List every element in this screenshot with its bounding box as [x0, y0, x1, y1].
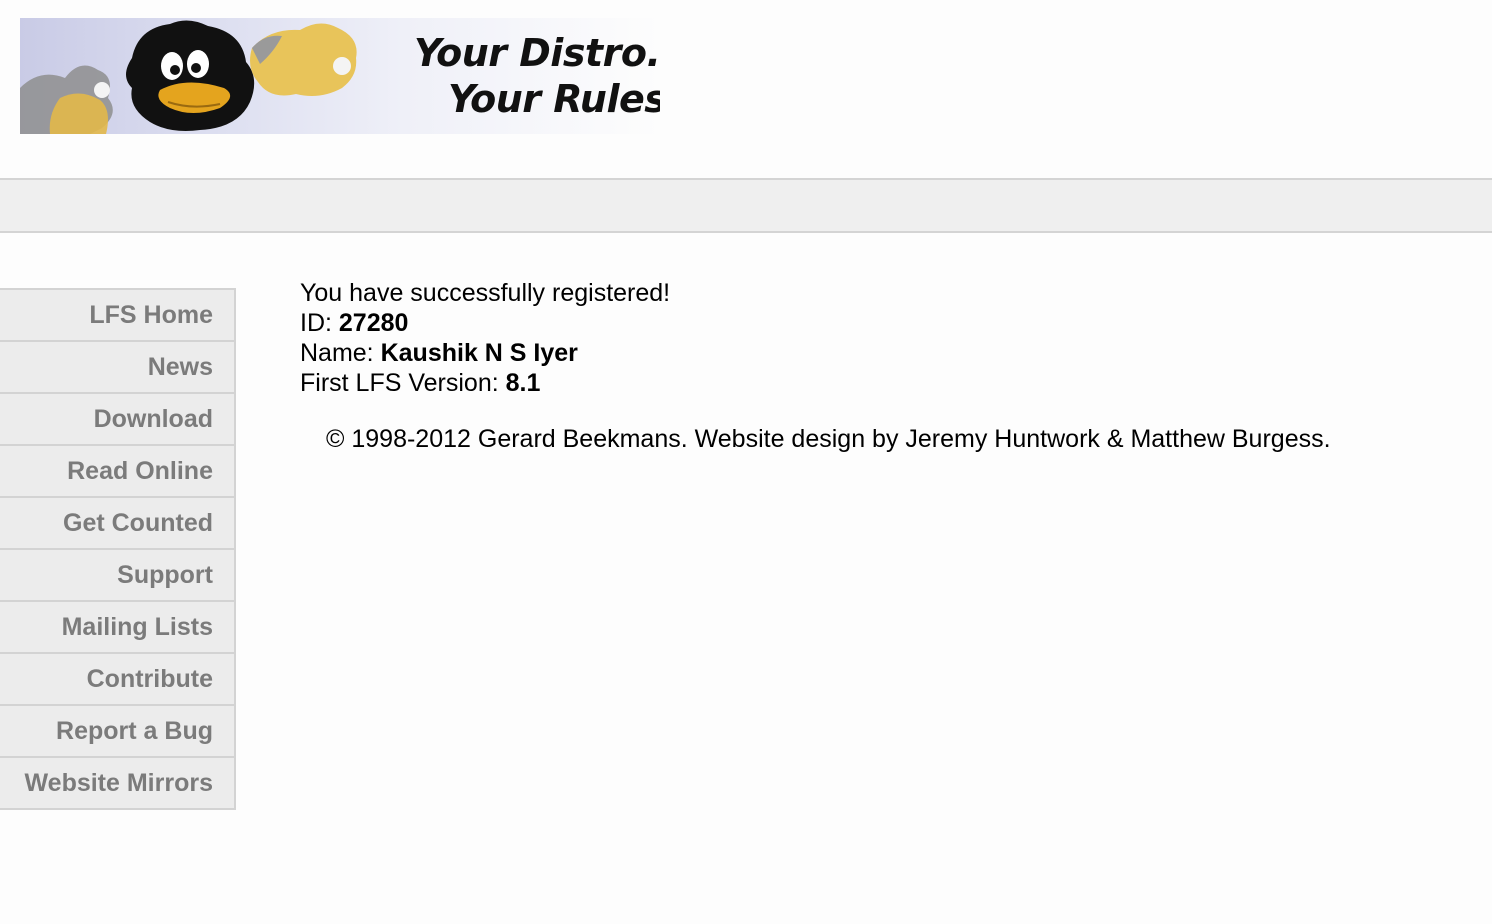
tagline-line-2: Your Rules.: [448, 77, 660, 121]
sidebar-item-download[interactable]: Download: [0, 394, 234, 446]
sidebar-nav: LFS Home News Download Read Online Get C…: [0, 288, 236, 810]
sidebar-item-read-online[interactable]: Read Online: [0, 446, 234, 498]
sidebar-item-lfs-home[interactable]: LFS Home: [0, 290, 234, 342]
sidebar-item-contribute[interactable]: Contribute: [0, 654, 234, 706]
sidebar-item-report-a-bug[interactable]: Report a Bug: [0, 706, 234, 758]
id-label: ID:: [300, 309, 339, 337]
name-label: Name:: [300, 339, 381, 367]
version-value: 8.1: [505, 369, 541, 397]
registration-name: Name: Kaushik N S Iyer: [300, 338, 670, 368]
lfs-banner-logo: Your Distro. Your Rules.: [20, 18, 660, 134]
sidebar-item-mailing-lists[interactable]: Mailing Lists: [0, 602, 234, 654]
id-value: 27280: [338, 309, 409, 337]
tagline-line-1: Your Distro.: [414, 31, 660, 75]
copyright-footer: © 1998-2012 Gerard Beekmans. Website des…: [326, 425, 1331, 453]
registration-id: ID: 27280: [300, 308, 670, 338]
top-navigation-bar: [0, 178, 1492, 233]
success-message: You have successfully registered!: [300, 279, 671, 307]
page: Your Distro. Your Rules. LFS Home News D…: [0, 0, 1492, 924]
sidebar-item-get-counted[interactable]: Get Counted: [0, 498, 234, 550]
sidebar-item-support[interactable]: Support: [0, 550, 234, 602]
registration-result: You have successfully registered! ID: 27…: [300, 278, 670, 398]
name-value: Kaushik N S Iyer: [380, 339, 578, 367]
sidebar-item-website-mirrors[interactable]: Website Mirrors: [0, 758, 234, 808]
sidebar-item-news[interactable]: News: [0, 342, 234, 394]
version-label: First LFS Version:: [300, 369, 506, 397]
registration-first-version: First LFS Version: 8.1: [300, 368, 670, 398]
